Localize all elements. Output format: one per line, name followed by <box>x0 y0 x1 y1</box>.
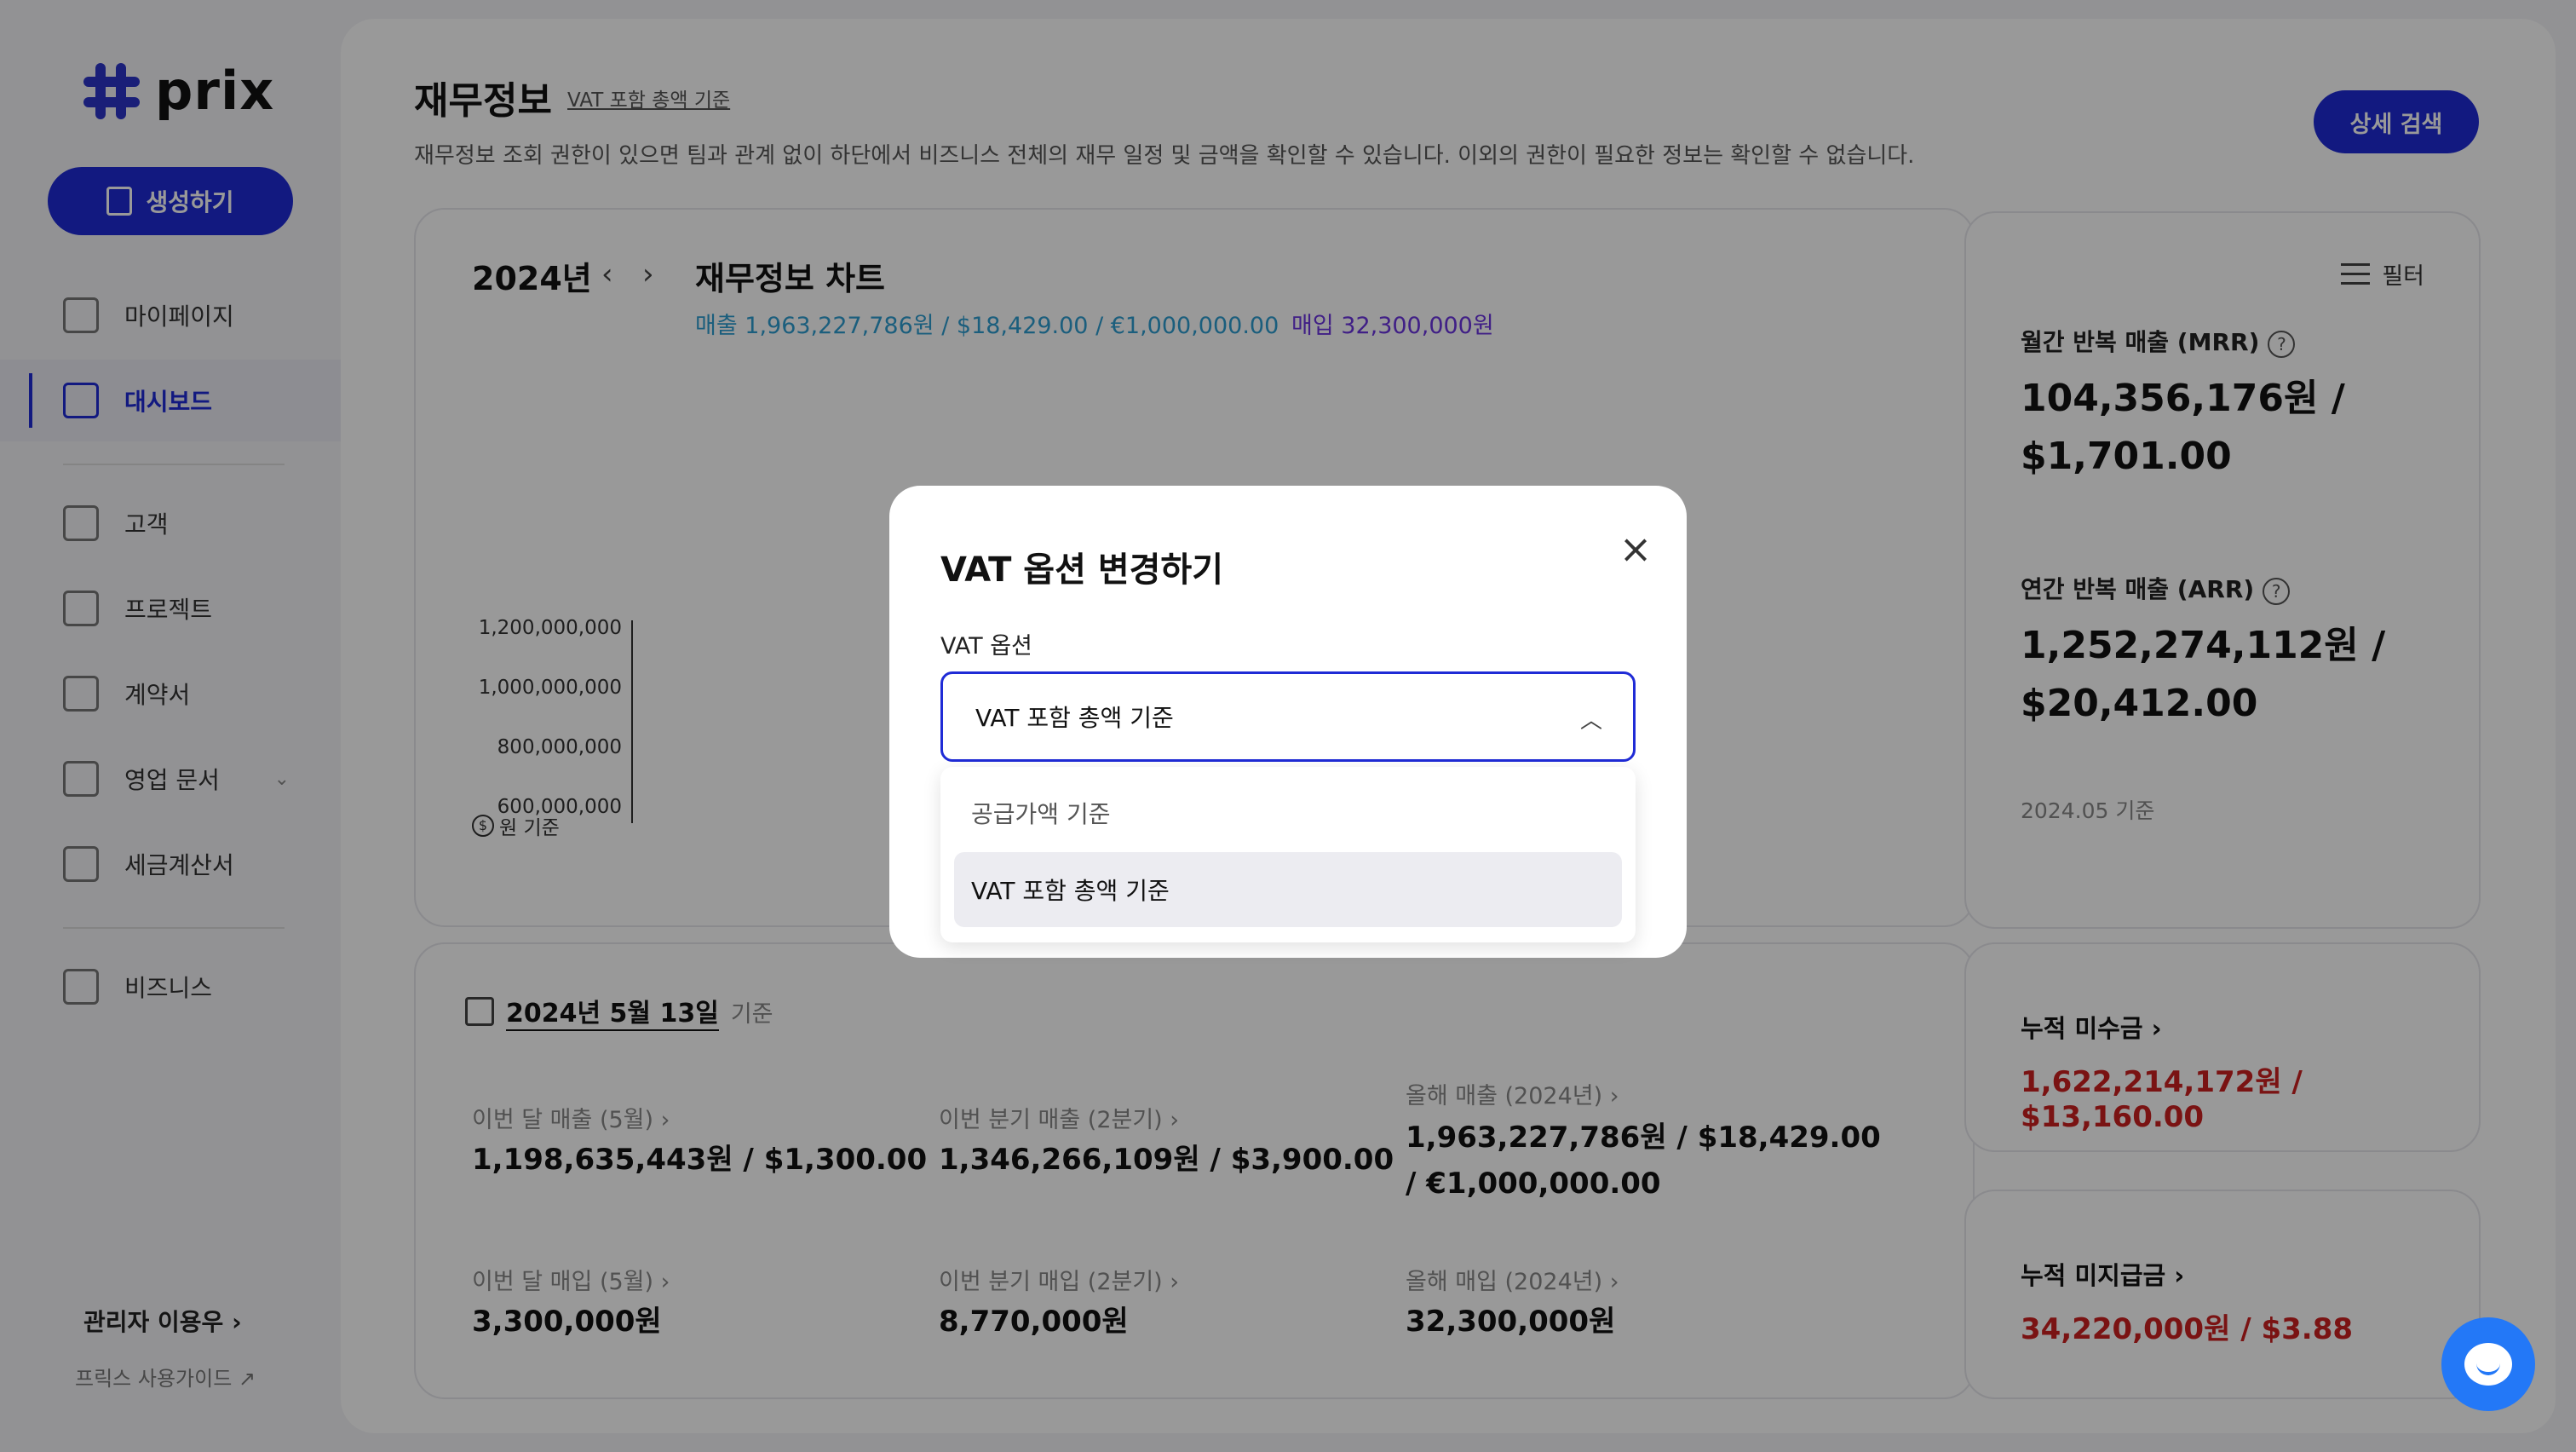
vat-option-dropdown: 공급가액 기준 VAT 포함 총액 기준 <box>940 767 1636 942</box>
vat-field-label: VAT 옵션 <box>940 633 1032 660</box>
modal-title: VAT 옵션 변경하기 <box>940 550 1224 590</box>
close-icon[interactable]: × <box>1613 527 1658 571</box>
chat-bubble-icon <box>2464 1343 2512 1386</box>
vat-option-supply[interactable]: 공급가액 기준 <box>954 775 1622 850</box>
chat-button[interactable] <box>2441 1317 2535 1411</box>
vat-option-modal: VAT 옵션 변경하기 × VAT 옵션 VAT 포함 총액 기준 ︿ 공급가액… <box>889 486 1687 958</box>
vat-selected-value: VAT 포함 총액 기준 <box>975 704 1174 732</box>
vat-option-total[interactable]: VAT 포함 총액 기준 <box>954 852 1622 927</box>
vat-option-select[interactable]: VAT 포함 총액 기준 ︿ <box>940 671 1636 762</box>
chevron-up-icon: ︿ <box>1579 708 1602 734</box>
